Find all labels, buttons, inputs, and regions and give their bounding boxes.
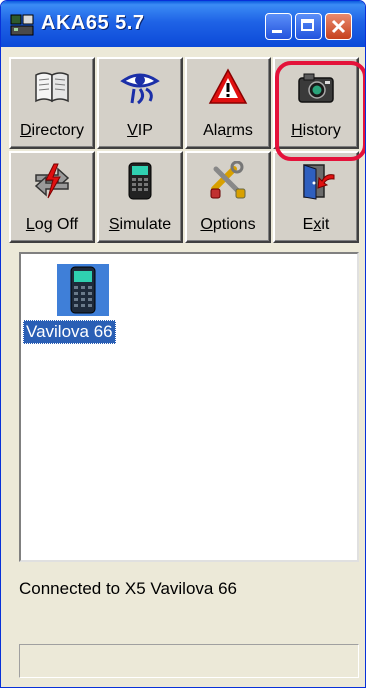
- book-icon: [35, 72, 69, 103]
- device-list-panel[interactable]: Vavilova 66: [19, 252, 359, 562]
- logoff-icon: [34, 163, 70, 199]
- warning-icon: [208, 68, 248, 104]
- app-window: AKA65 5.7 Directory VIP Alarms History L…: [0, 0, 366, 688]
- alarms-label: Alarms: [203, 122, 253, 139]
- connection-status: Connected to X5 Vavilova 66: [19, 579, 237, 598]
- exit-button[interactable]: Exit: [273, 151, 359, 243]
- eye-icon: [120, 73, 160, 105]
- options-label: Options: [200, 216, 256, 233]
- handheld-icon: [128, 162, 152, 200]
- window-title: AKA65 5.7: [41, 12, 145, 34]
- app-icon: [10, 14, 34, 36]
- simulate-button[interactable]: Simulate: [97, 151, 183, 243]
- directory-button[interactable]: Directory: [9, 57, 95, 149]
- maximize-button[interactable]: [295, 13, 322, 40]
- directory-label: Directory: [19, 122, 84, 139]
- handheld-device-icon[interactable]: [57, 264, 109, 316]
- simulate-label: Simulate: [108, 216, 172, 233]
- minimize-icon: [272, 30, 282, 33]
- maximize-icon: [301, 19, 314, 31]
- title-bar[interactable]: AKA65 5.7: [1, 1, 365, 47]
- device-item-label[interactable]: Vavilova 66: [23, 320, 116, 344]
- exit-door-icon: [303, 164, 335, 200]
- logoff-label: Log Off: [25, 216, 79, 233]
- logoff-button[interactable]: Log Off: [9, 151, 95, 243]
- tools-icon: [210, 161, 246, 199]
- status-bar: [19, 644, 359, 678]
- close-button[interactable]: [325, 13, 352, 40]
- minimize-button[interactable]: [265, 13, 292, 40]
- close-icon: [331, 19, 346, 34]
- options-button[interactable]: Options: [185, 151, 271, 243]
- exit-label: Exit: [302, 216, 330, 233]
- history-highlight-annotation: [275, 61, 365, 161]
- vip-button[interactable]: VIP: [97, 57, 183, 149]
- alarms-button[interactable]: Alarms: [185, 57, 271, 149]
- vip-label: VIP: [127, 122, 153, 139]
- device-glyph: [70, 266, 96, 314]
